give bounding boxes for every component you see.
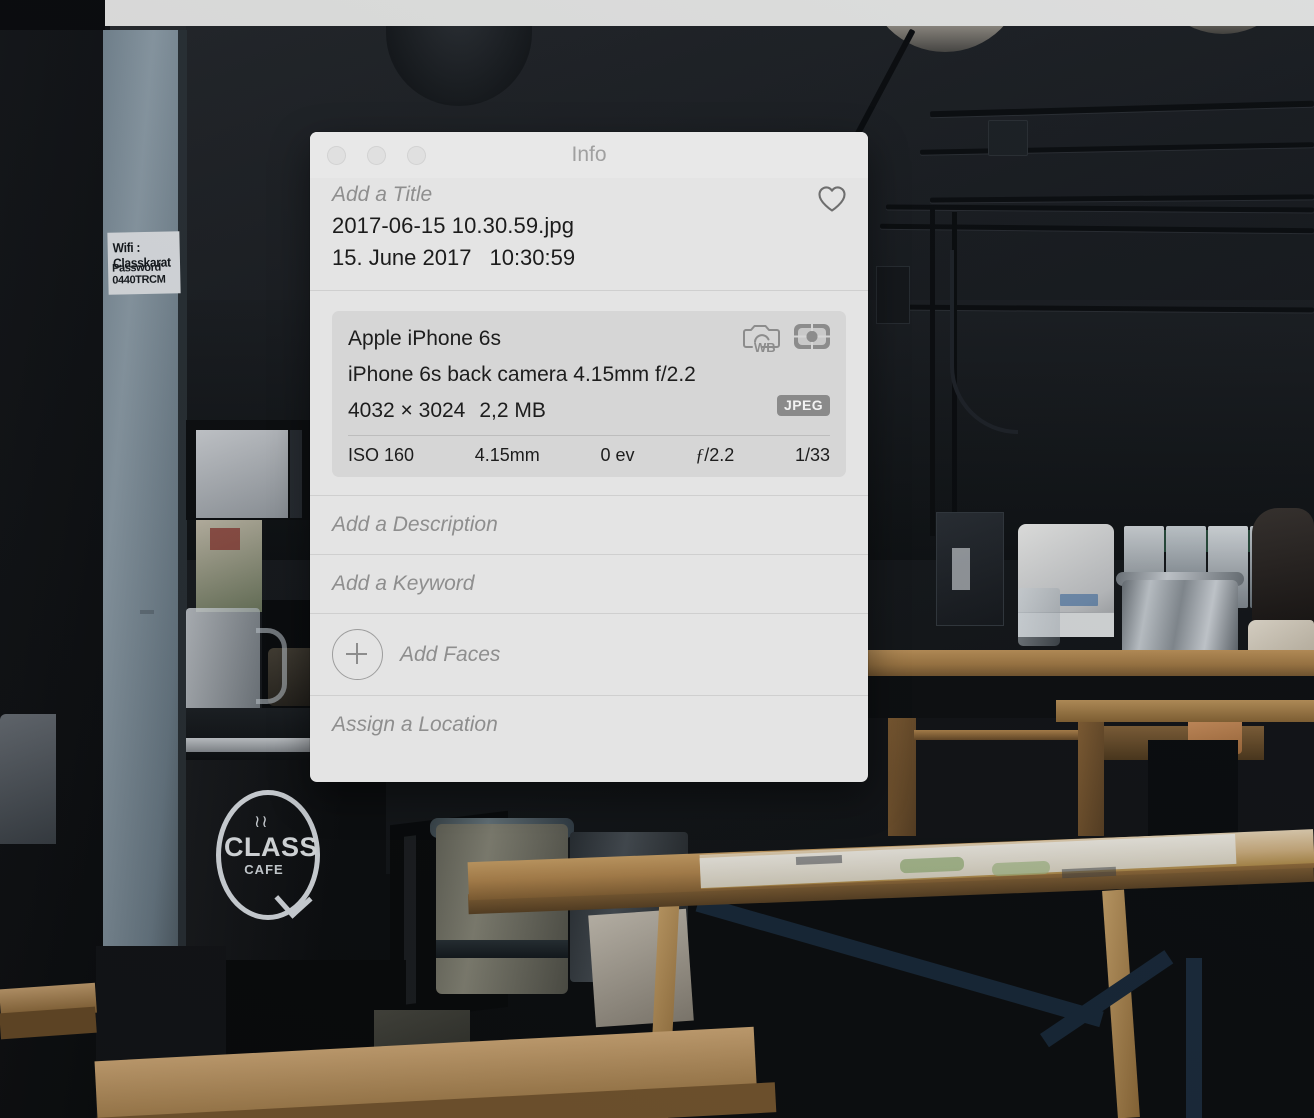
exif-stats-row: ISO 160 4.15mm 0 ev ƒ/2.2 1/33 <box>332 436 846 477</box>
location-input[interactable]: Assign a Location <box>310 696 868 754</box>
wifi-sign: Wifi : Classkarat Password 0440TRCM <box>107 231 181 295</box>
exposure-compensation-value: 0 ev <box>600 445 635 465</box>
info-panel-window: Info Add a Title 2017-06-15 10.30.59.jpg… <box>310 132 868 782</box>
format-badge: JPEG <box>777 395 830 416</box>
grey-chair-foreground <box>0 714 56 844</box>
add-faces-row[interactable]: Add Faces <box>310 614 868 695</box>
capture-time: 10:30:59 <box>489 245 576 270</box>
cabinet-door-white <box>196 430 288 518</box>
aperture-number: /2.2 <box>704 445 735 465</box>
bar-shelf-left <box>914 730 1078 740</box>
secondary-table-top <box>1056 700 1314 722</box>
measuring-jug <box>186 608 260 718</box>
dispenser-label <box>1060 594 1098 606</box>
bar-leg-left <box>888 718 916 836</box>
electrical-panel <box>936 512 1004 626</box>
favorite-heart-icon[interactable] <box>816 184 848 214</box>
electrical-panel-latch <box>952 548 970 590</box>
menu-graphic-2 <box>991 860 1051 877</box>
wifi-sign-password: Password 0440TRCM <box>111 261 166 287</box>
wall-bracket <box>876 266 910 324</box>
exif-card: WB Apple iPhone 6s iPhone 6s back camera… <box>332 311 846 477</box>
exif-text-lines: Apple iPhone 6s iPhone 6s back camera 4.… <box>332 321 846 429</box>
measuring-jug-handle <box>256 628 287 704</box>
photo-pillar <box>103 30 185 1030</box>
bar-leg-right <box>1078 718 1104 836</box>
photo-top-left-corner <box>0 0 105 30</box>
image-dimensions: 4032 × 3024 <box>348 399 466 422</box>
table-brace-diagonal <box>695 896 1104 1028</box>
file-size: 2,2 MB <box>479 399 546 422</box>
pillar-scuff <box>140 610 154 614</box>
plus-circle-icon[interactable] <box>332 629 383 680</box>
exif-section: WB Apple iPhone 6s iPhone 6s back camera… <box>310 291 868 495</box>
poster-accent <box>210 528 240 550</box>
capture-date: 15. June 2017 <box>332 245 472 270</box>
aperture-value: ƒ/2.2 <box>695 445 734 466</box>
iso-value: ISO 160 <box>348 445 415 465</box>
capture-datetime: 15. June 2017 10:30:59 <box>332 242 846 274</box>
electrical-junction-box <box>988 120 1028 156</box>
file-name: 2017-06-15 10.30.59.jpg <box>332 213 575 238</box>
drinking-glass <box>1018 588 1060 646</box>
table-brace-vertical <box>1186 958 1202 1118</box>
class-cafe-logo-text: CLASS <box>224 832 319 862</box>
photo-left-wall <box>0 12 110 1118</box>
menu-graphic-1 <box>899 856 965 874</box>
description-input[interactable]: Add a Description <box>310 496 868 554</box>
class-cafe-logo-subtext: CAFE <box>244 862 284 877</box>
photo-header-section: Add a Title 2017-06-15 10.30.59.jpg 15. … <box>310 178 868 290</box>
wall-pipe-vertical-1 <box>930 206 935 536</box>
shutter-speed-value: 1/33 <box>794 445 830 465</box>
dimensions-and-size: 4032 × 3024 2,2 MB <box>348 393 830 429</box>
window-titlebar[interactable]: Info <box>310 132 868 178</box>
window-title: Info <box>571 143 607 166</box>
storage-drum-band <box>436 940 568 958</box>
cabinet-door-edge <box>290 430 302 518</box>
title-input[interactable]: Add a Title <box>332 178 846 210</box>
add-faces-label: Add Faces <box>400 642 501 666</box>
camera-model: Apple iPhone 6s <box>348 327 501 350</box>
bar-counter-top <box>860 650 1314 676</box>
class-cafe-logo-steam-icon: ≀≀ <box>254 812 269 831</box>
aperture-f-symbol: ƒ <box>695 445 705 465</box>
keyword-input[interactable]: Add a Keyword <box>310 555 868 613</box>
focal-length-value: 4.15mm <box>474 445 540 465</box>
lens-info: iPhone 6s back camera 4.15mm f/2.2 <box>348 363 696 386</box>
photo-top-border <box>0 0 1314 26</box>
